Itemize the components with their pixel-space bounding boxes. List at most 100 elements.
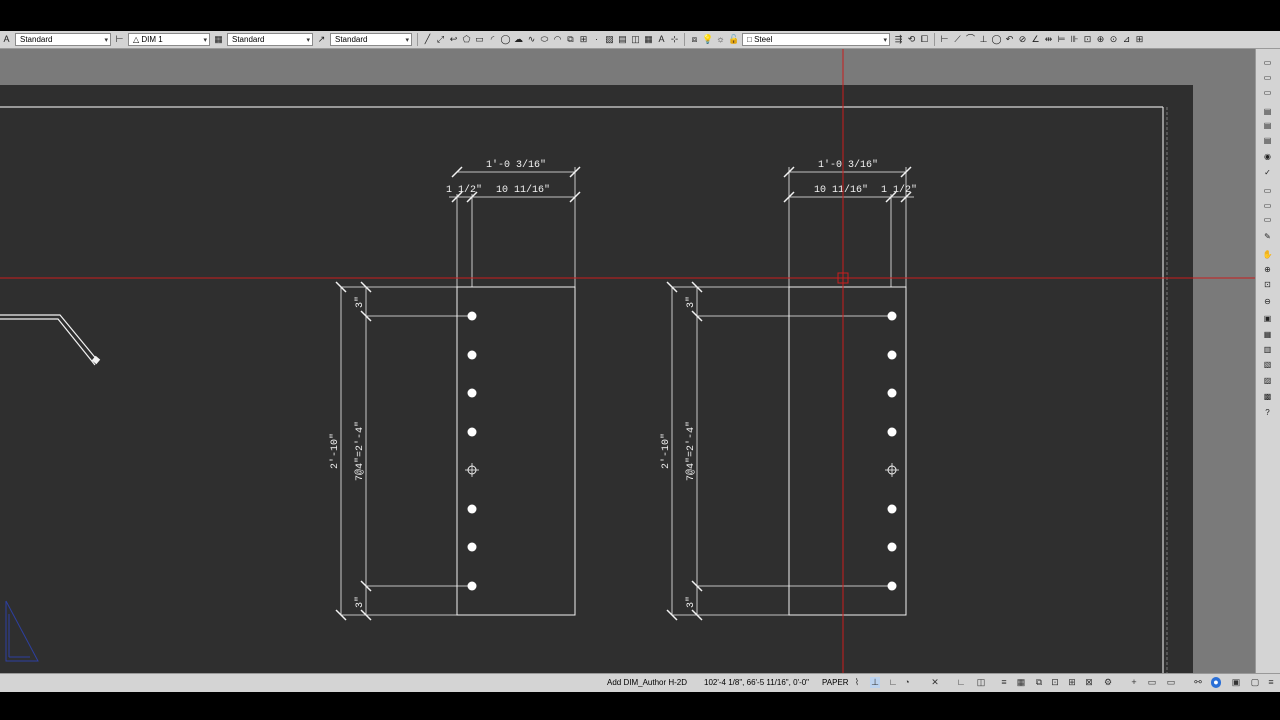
3d-dwf-icon[interactable]: ◉ [1262,152,1273,161]
arc-length-icon[interactable]: ⌒ [965,34,976,45]
make-block-icon[interactable]: ⊞ [578,34,589,45]
drawing-canvas[interactable]: 1'-0 3/16" 1 1/2" 10 11/16" 2'-10" 7@4"=… [0,49,1255,673]
2d-object-snap-icon[interactable]: ◫ [976,677,986,688]
paste-icon[interactable]: ▭ [1262,201,1273,210]
help-icon[interactable]: ? [1262,408,1273,417]
ordinate-dimension-icon[interactable]: ⊥ [978,34,989,45]
jogged-dimension-icon[interactable]: ↶ [1004,34,1015,45]
mleader-style-icon[interactable]: ↗ [316,34,327,45]
add-selected-icon[interactable]: ⊹ [669,34,680,45]
coordinate-readout[interactable]: 102'-4 1/8", 66'-5 11/16", 0'-0" [704,678,809,687]
copy-icon[interactable]: ▭ [1262,186,1273,195]
selection-cycling-icon[interactable]: ⧉ [1034,677,1044,688]
right-plate-detail[interactable]: 1'-0 3/16" 10 11/16" 1 1/2" 2'-10" 7@4"=… [660,159,917,621]
dimension-style-icon[interactable]: ⊢ [114,34,125,45]
polar-tracking-icon[interactable]: ◔ [902,677,912,688]
ortho-icon[interactable]: ∟ [888,677,898,688]
tool-palettes-icon[interactable]: ▥ [1262,345,1273,354]
calculator-icon[interactable]: ▩ [1262,392,1273,401]
polyline-icon[interactable]: ↩ [448,34,459,45]
make-current-layer-icon[interactable]: ⇶ [893,34,904,45]
plot-preview-icon[interactable]: ▤ [1262,121,1273,130]
angular-dimension-icon[interactable]: ∠ [1030,34,1041,45]
cut-icon[interactable]: ✓ [1262,168,1273,177]
osnap-tracking-icon[interactable]: ✕ [930,677,940,688]
object-snap-icon[interactable]: ∟ [956,677,966,688]
design-center-icon[interactable]: ▦ [1262,330,1273,339]
hardware-acceleration-icon[interactable]: ▣ [1231,677,1241,688]
save-icon[interactable]: ▭ [1262,88,1273,97]
dimension-style-dropdown[interactable]: △ DIM 1 ▾ [128,33,210,46]
sheet-set-icon[interactable]: ▧ [1262,360,1273,369]
dimension-style-manager-icon[interactable]: ⊞ [1134,34,1145,45]
polygon-icon[interactable]: ⬠ [461,34,472,45]
isolate-objects-icon[interactable]: ● [1211,677,1221,688]
paper-space-toggle[interactable]: PAPER [822,678,849,687]
region-icon[interactable]: ◫ [630,34,641,45]
inspect-icon[interactable]: ⊙ [1108,34,1119,45]
lineweight-icon[interactable]: ≡ [999,677,1009,688]
transparency-icon[interactable]: ▦ [1016,677,1026,688]
snap-mode-icon[interactable]: ⊥ [870,677,880,688]
construction-line-icon[interactable]: ⤢ [435,34,446,45]
multiline-text-icon[interactable]: A [656,34,667,45]
zoom-realtime-icon[interactable]: ⊕ [1262,265,1273,274]
layer-dropdown[interactable]: □ Steel ▾ [742,33,890,46]
layer-state-icon[interactable]: ⧠ [919,34,930,45]
circle-icon[interactable]: ◯ [500,34,511,45]
markup-icon[interactable]: ▨ [1262,376,1273,385]
ellipse-icon[interactable]: ⬭ [539,34,550,45]
linear-dimension-icon[interactable]: ⊢ [939,34,950,45]
point-icon[interactable]: · [591,34,602,45]
dimension-edit-icon[interactable]: ⊿ [1121,34,1132,45]
layer-freeze-sun-icon[interactable]: ☼ [715,34,726,45]
annotation-monitor-icon[interactable]: + [1129,677,1139,688]
dynamic-ucs-icon[interactable]: ⊞ [1067,677,1077,688]
arc-icon[interactable]: ◜ [487,34,498,45]
insert-block-icon[interactable]: ⧉ [565,34,576,45]
lock-ui-icon[interactable]: ⚯ [1193,677,1203,688]
3d-osnap-icon[interactable]: ⊡ [1050,677,1060,688]
zoom-previous-icon[interactable]: ⊖ [1262,297,1273,306]
table-icon[interactable]: ▦ [643,34,654,45]
plot-icon[interactable]: ▤ [1262,107,1273,116]
layer-previous-icon[interactable]: ⟲ [906,34,917,45]
text-style-dropdown[interactable]: Standard ▾ [15,33,111,46]
text-style-icon[interactable]: A [1,34,12,45]
spline-icon[interactable]: ∿ [526,34,537,45]
new-icon[interactable]: ▭ [1262,58,1273,67]
pan-hand-icon[interactable]: ✋ [1262,250,1273,259]
ellipse-arc-icon[interactable]: ◠ [552,34,563,45]
clean-screen-icon[interactable]: ▢ [1250,677,1260,688]
zoom-window-icon[interactable]: ⊡ [1262,280,1273,289]
mleader-style-dropdown[interactable]: Standard ▾ [330,33,412,46]
brush-icon[interactable]: ✎ [1262,232,1273,241]
open-icon[interactable]: ▭ [1262,73,1273,82]
quick-dimension-icon[interactable]: ⇹ [1043,34,1054,45]
hatch-icon[interactable]: ▨ [604,34,615,45]
aligned-dimension-icon[interactable]: ⟋ [952,34,963,45]
match-properties-icon[interactable]: ▭ [1262,215,1273,224]
continue-dimension-icon[interactable]: ⊪ [1069,34,1080,45]
diameter-dimension-icon[interactable]: ⊘ [1017,34,1028,45]
layer-lock-icon[interactable]: 🔓 [728,34,739,45]
revision-cloud-icon[interactable]: ☁ [513,34,524,45]
units-icon[interactable]: ▭ [1147,677,1157,688]
table-style-dropdown[interactable]: Standard ▾ [227,33,313,46]
baseline-dimension-icon[interactable]: ⊨ [1056,34,1067,45]
rectangle-icon[interactable]: ▭ [474,34,485,45]
radius-dimension-icon[interactable]: ◯ [991,34,1002,45]
quick-properties-icon[interactable]: ▭ [1166,677,1176,688]
table-style-icon[interactable]: ▦ [213,34,224,45]
tolerance-icon[interactable]: ⊡ [1082,34,1093,45]
line-icon[interactable]: ╱ [422,34,433,45]
left-plate-detail[interactable]: 1'-0 3/16" 1 1/2" 10 11/16" 2'-10" 7@4"=… [329,159,581,621]
annotation-visibility-icon[interactable]: ⊠ [1084,677,1094,688]
properties-icon[interactable]: ▣ [1262,314,1273,323]
customization-icon[interactable]: ≡ [1266,677,1276,688]
center-mark-icon[interactable]: ⊕ [1095,34,1106,45]
layer-on-bulb-icon[interactable]: 💡 [702,34,713,45]
layer-properties-icon[interactable]: ⧈ [689,34,700,45]
workspace-gear-icon[interactable]: ⚙ [1103,677,1113,688]
gradient-icon[interactable]: ▤ [617,34,628,45]
